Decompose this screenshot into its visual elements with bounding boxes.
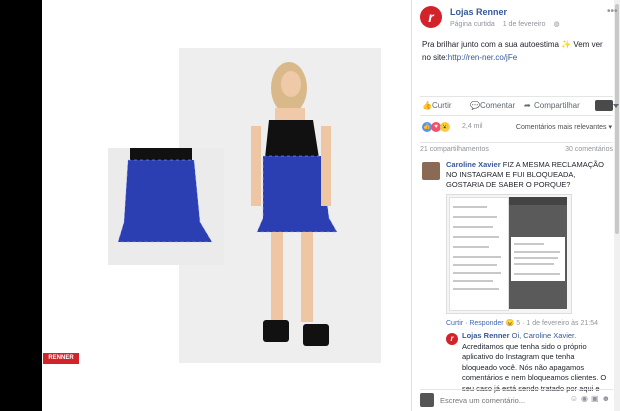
- post-text: Pra brilhar junto com a sua autoestima ✨…: [422, 38, 612, 64]
- comment-meta: Curtir · Responder 😠 5 · 1 de fevereiro …: [446, 320, 598, 327]
- globe-icon: ◍: [553, 21, 560, 28]
- thumbs-up-icon: 👍: [422, 101, 432, 110]
- shares-count[interactable]: 21 compartilhamentos: [420, 146, 489, 153]
- comment-button[interactable]: 💬Comentar: [470, 101, 515, 110]
- comment-like-link[interactable]: Curtir: [446, 320, 463, 327]
- comment-input[interactable]: [440, 393, 560, 407]
- page-type: Página curtida: [450, 21, 495, 28]
- reply-text: Lojas Renner Oi, Caroline Xavier. Acredi…: [462, 331, 610, 394]
- emoji-icon[interactable]: ☺: [570, 394, 581, 403]
- page-name[interactable]: Lojas Renner: [450, 7, 507, 17]
- reply-tag[interactable]: Oi, Caroline Xavier.: [512, 331, 577, 340]
- skirt-illustration: [117, 148, 213, 243]
- camera-icon[interactable]: ◉: [581, 394, 591, 403]
- post-panel: r Lojas Renner Página curtida 1 de fever…: [411, 0, 620, 411]
- comment-composer: ☺◉▣☻: [420, 389, 613, 410]
- reaction-count[interactable]: 2,4 mil: [462, 123, 483, 130]
- post-date[interactable]: 1 de fevereiro: [503, 21, 546, 28]
- more-options-icon[interactable]: •••: [607, 6, 618, 17]
- skirt-detail-photo: [108, 148, 224, 265]
- reply-author[interactable]: Lojas Renner: [462, 331, 510, 340]
- reply-avatar[interactable]: r: [446, 333, 458, 345]
- post-header: r Lojas Renner Página curtida 1 de fever…: [420, 6, 618, 30]
- composer-icons: ☺◉▣☻: [570, 394, 613, 403]
- share-icon: ➦: [524, 101, 531, 110]
- comments-count[interactable]: 30 comentários: [565, 146, 613, 153]
- commenter-avatar[interactable]: [422, 162, 440, 180]
- post-meta: Página curtida 1 de fevereiro ◍: [450, 20, 566, 28]
- comment-reply-link[interactable]: Responder: [469, 320, 503, 327]
- screenshot-modal: [511, 237, 565, 281]
- like-button[interactable]: 👍Curtir: [422, 101, 452, 110]
- post-link[interactable]: http://ren-ner.co/jFe: [448, 53, 517, 62]
- scrollbar[interactable]: [614, 0, 620, 411]
- sticker-icon[interactable]: ☻: [602, 394, 613, 403]
- page-avatar[interactable]: r: [420, 6, 442, 28]
- comment-text: Caroline Xavier FIZ A MESMA RECLAMAÇÃO N…: [446, 160, 606, 190]
- gif-icon[interactable]: ▣: [591, 394, 602, 403]
- comment-attachment-image[interactable]: [446, 194, 572, 314]
- comment-reaction-count[interactable]: 😠 5: [506, 320, 521, 327]
- wow-reaction-icon: 😮: [440, 122, 450, 132]
- reply-body: Acreditamos que tenha sido o próprio apl…: [462, 341, 607, 393]
- comment-time[interactable]: 1 de fevereiro às 21:54: [526, 320, 598, 327]
- reactions-row: 👍 ♥ 😮 2,4 mil Comentários mais relevante…: [422, 122, 612, 134]
- renner-badge: RENNER: [43, 353, 79, 364]
- comment-sort-dropdown[interactable]: Comentários mais relevantes ▾: [516, 123, 612, 131]
- post-actions: 👍Curtir 💬Comentar ➦ Compartilhar: [420, 96, 619, 116]
- identity-selector[interactable]: [595, 100, 619, 111]
- screenshot-left: [449, 197, 509, 311]
- my-avatar: [420, 393, 434, 407]
- photo-viewer: RENNER: [0, 0, 411, 411]
- product-photo: RENNER: [42, 0, 411, 411]
- screenshot-right: [509, 197, 567, 309]
- stats-row: 21 compartilhamentos 30 comentários: [420, 142, 613, 158]
- scroll-thumb[interactable]: [615, 4, 619, 234]
- commenter-name[interactable]: Caroline Xavier: [446, 160, 501, 169]
- comment-icon: 💬: [470, 101, 480, 110]
- share-button[interactable]: ➦ Compartilhar: [524, 101, 580, 110]
